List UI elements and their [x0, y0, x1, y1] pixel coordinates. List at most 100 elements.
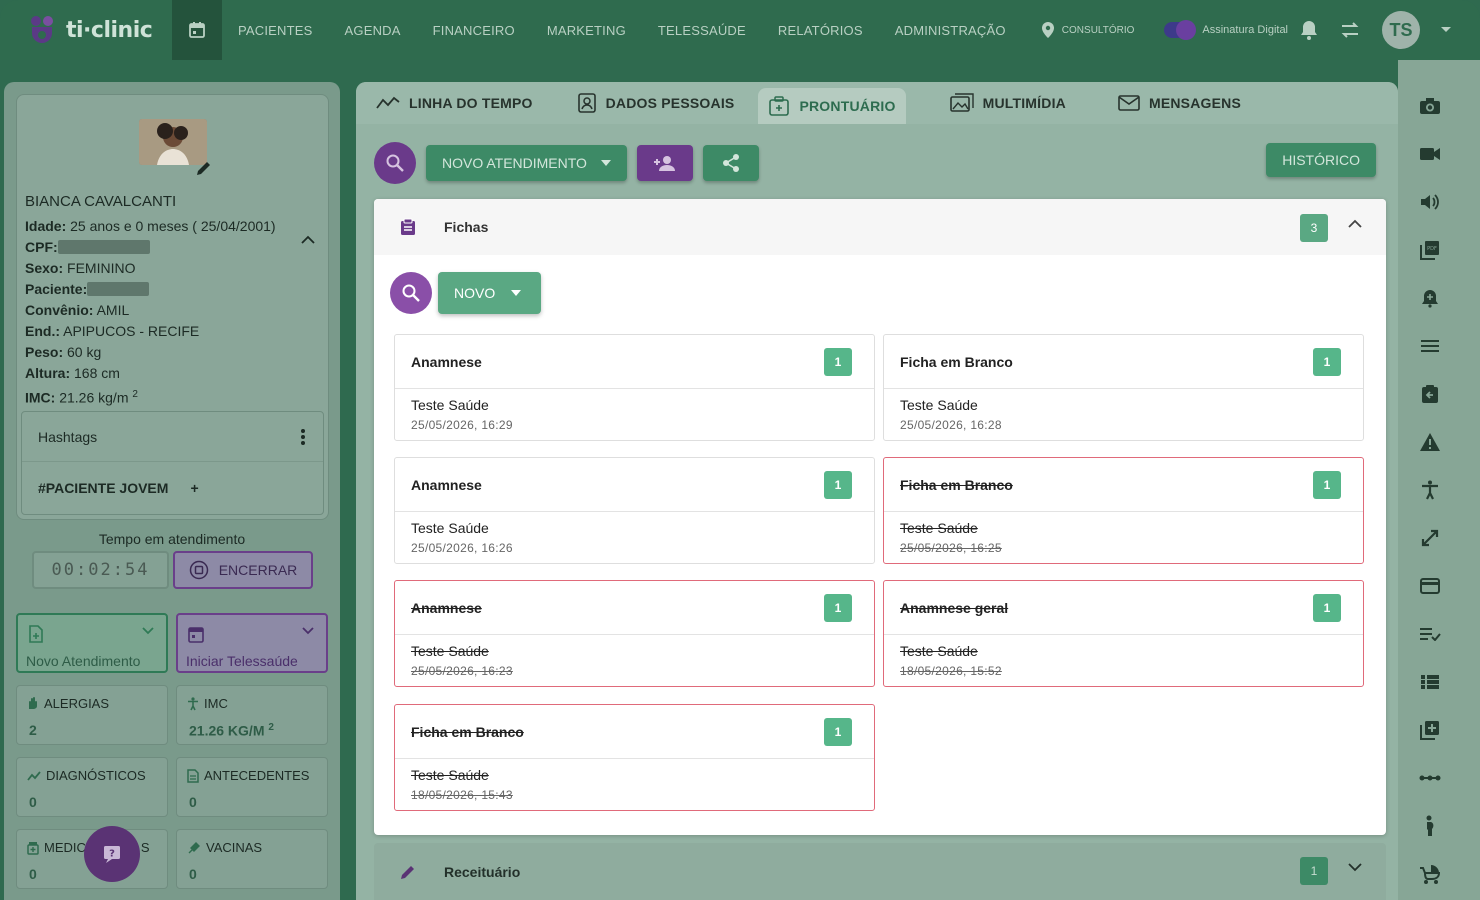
ficha-title: Anamnese — [411, 599, 482, 616]
edit-photo-icon[interactable] — [195, 159, 213, 177]
chevron-down-icon[interactable] — [142, 627, 154, 635]
top-bar: ti·clinic PACIENTES AGENDA FINANCEIRO MA… — [0, 0, 1480, 60]
add-box-icon[interactable] — [1418, 718, 1442, 742]
more-vert-icon[interactable] — [301, 428, 305, 445]
nav-agenda[interactable]: AGENDA — [345, 23, 401, 38]
ficha-card-deleted[interactable]: Ficha em Branco 1 Teste Saúde 25/05/2026, … — [883, 457, 1364, 564]
fichas-search-button[interactable] — [390, 272, 432, 314]
location-pin-icon — [1041, 22, 1054, 38]
stat-vacinas[interactable]: VACINAS 0 — [176, 829, 328, 889]
hashtags-title: Hashtags — [38, 428, 98, 445]
historico-button[interactable]: HISTÓRICO — [1266, 143, 1376, 177]
timer-label: Tempo em atendimento — [98, 531, 246, 547]
receituario-panel[interactable]: Receituário 1 — [374, 843, 1386, 900]
dots-icon[interactable] — [1418, 766, 1442, 790]
add-hashtag-button[interactable]: + — [190, 480, 198, 496]
card-icon[interactable] — [1418, 574, 1442, 598]
checklist-icon[interactable] — [1418, 622, 1442, 646]
tab-bar: LINHA DO TEMPO DADOS PESSOAIS PRONTUÁRIO… — [356, 82, 1398, 124]
share-button[interactable] — [702, 145, 759, 181]
swap-icon[interactable] — [1340, 21, 1360, 39]
stat-alergias[interactable]: ALERGIAS 2 — [16, 685, 168, 745]
calendar-button[interactable] — [172, 0, 222, 60]
nav-telessaude[interactable]: TELESSAÚDE — [658, 23, 746, 38]
chevron-down-icon[interactable] — [1440, 26, 1452, 34]
accessibility-icon[interactable] — [1418, 478, 1442, 502]
stat-diagnosticos[interactable]: DIAGNÓSTICOS 0 — [16, 757, 168, 817]
ficha-card[interactable]: Ficha em Branco 1 Teste Saúde 25/05/2026, … — [883, 334, 1364, 441]
fichas-header[interactable]: Fichas 3 — [374, 199, 1386, 255]
vaccine-icon — [188, 841, 200, 853]
end-attendance-button[interactable]: ENCERRAR — [173, 551, 313, 589]
ficha-date: 18/05/2026, 15:43 — [411, 788, 513, 802]
clipboard-back-icon[interactable] — [1418, 382, 1442, 406]
video-icon[interactable] — [1418, 142, 1442, 166]
warning-icon[interactable] — [1418, 430, 1442, 454]
ficha-badge: 1 — [824, 471, 852, 499]
ficha-title: Ficha em Branco — [900, 476, 1013, 493]
list-icon[interactable] — [1418, 334, 1442, 358]
chevron-down-icon[interactable] — [302, 627, 314, 635]
location-selector[interactable]: CONSULTÓRIO — [1041, 22, 1135, 38]
fichas-title: Fichas — [444, 219, 489, 235]
location-label: CONSULTÓRIO — [1061, 24, 1135, 36]
chevron-up-icon[interactable] — [1348, 219, 1362, 228]
ficha-date: 18/05/2026, 15:52 — [900, 664, 1002, 678]
attendance-timer: 00:02:54 — [32, 551, 169, 589]
nav-administracao[interactable]: ADMINISTRAÇÃO — [895, 23, 1006, 38]
novo-ficha-button[interactable]: NOVO — [438, 272, 542, 314]
novo-atendimento-tile[interactable]: Novo Atendimento — [16, 613, 168, 673]
calendar-icon — [188, 627, 204, 643]
stat-antecedentes[interactable]: ANTECEDENTES 0 — [176, 757, 328, 817]
tab-prontuario[interactable]: PRONTUÁRIO — [758, 88, 906, 124]
ficha-card-deleted[interactable]: Anamnese geral 1 Teste Saúde 18/05/2026, 1… — [883, 580, 1364, 687]
bell-icon[interactable] — [1300, 20, 1318, 40]
iniciar-telessaude-tile[interactable]: Iniciar Telessaúde — [176, 613, 328, 673]
ficha-card-deleted[interactable]: Ficha em Branco 1 Teste Saúde 18/05/2026, … — [394, 704, 875, 811]
allergy-icon — [29, 697, 37, 709]
ficha-card-deleted[interactable]: Anamnese 1 Teste Saúde 25/05/2026, 16:23 — [394, 580, 875, 687]
accessibility-icon — [188, 696, 198, 710]
camera-icon[interactable] — [1418, 94, 1442, 118]
add-professional-button[interactable] — [636, 145, 693, 181]
digital-signature-toggle[interactable] — [1164, 20, 1197, 40]
tab-linha-do-tempo[interactable]: LINHA DO TEMPO — [366, 85, 543, 121]
chevron-down-icon[interactable] — [1348, 863, 1362, 872]
document-icon — [187, 768, 199, 783]
receituario-title: Receituário — [444, 863, 521, 880]
help-button[interactable]: ? — [84, 826, 140, 882]
ficha-author: Teste Saúde — [411, 397, 489, 413]
ficha-author: Teste Saúde — [411, 520, 489, 536]
fichas-count-badge: 3 — [1300, 214, 1328, 242]
calendar-icon — [189, 22, 205, 38]
novo-atendimento-button[interactable]: NOVO ATENDIMENTO — [426, 145, 627, 181]
nav-relatorios[interactable]: RELATÓRIOS — [778, 23, 863, 38]
user-avatar[interactable]: TS — [1382, 11, 1420, 49]
medical-record-icon — [769, 96, 790, 116]
nav-pacientes[interactable]: PACIENTES — [238, 23, 313, 38]
brand-logo[interactable]: ti·clinic — [0, 0, 172, 60]
nav-marketing[interactable]: MARKETING — [547, 23, 626, 38]
logo-mark-icon — [26, 13, 60, 47]
ficha-card[interactable]: Anamnese 1 Teste Saúde 25/05/2026, 16:26 — [394, 457, 875, 564]
tab-mensagens[interactable]: MENSAGENS — [1108, 85, 1251, 121]
top-right-controls: CONSULTÓRIO Assinatura Digital TS — [1041, 0, 1480, 60]
hashtags-panel: Hashtags #PACIENTE JOVEM + — [21, 411, 324, 515]
stat-imc[interactable]: IMC 21.26 KG/M 2 — [176, 685, 328, 745]
stroller-icon[interactable] — [1418, 862, 1442, 886]
volume-icon[interactable] — [1418, 190, 1442, 214]
pdf-icon[interactable]: PDF — [1418, 238, 1442, 262]
expand-icon[interactable] — [1418, 526, 1442, 550]
caret-down-icon — [511, 290, 522, 296]
pregnant-icon[interactable] — [1418, 814, 1442, 838]
alarm-add-icon[interactable] — [1418, 286, 1442, 310]
nav-financeiro[interactable]: FINANCEIRO — [433, 23, 515, 38]
hashtag-chip[interactable]: #PACIENTE JOVEM — [38, 480, 168, 496]
search-button[interactable] — [374, 142, 416, 184]
patient-info: Idade: 25 anos e 0 meses ( 25/04/2001) C… — [25, 218, 276, 406]
chevron-up-icon[interactable] — [301, 235, 315, 244]
ficha-card[interactable]: Anamnese 1 Teste Saúde 25/05/2026, 16:29 — [394, 334, 875, 441]
view-list-icon[interactable] — [1418, 670, 1442, 694]
tab-multimidia[interactable]: MULTIMÍDIA — [940, 85, 1076, 121]
tab-dados-pessoais[interactable]: DADOS PESSOAIS — [567, 85, 745, 121]
